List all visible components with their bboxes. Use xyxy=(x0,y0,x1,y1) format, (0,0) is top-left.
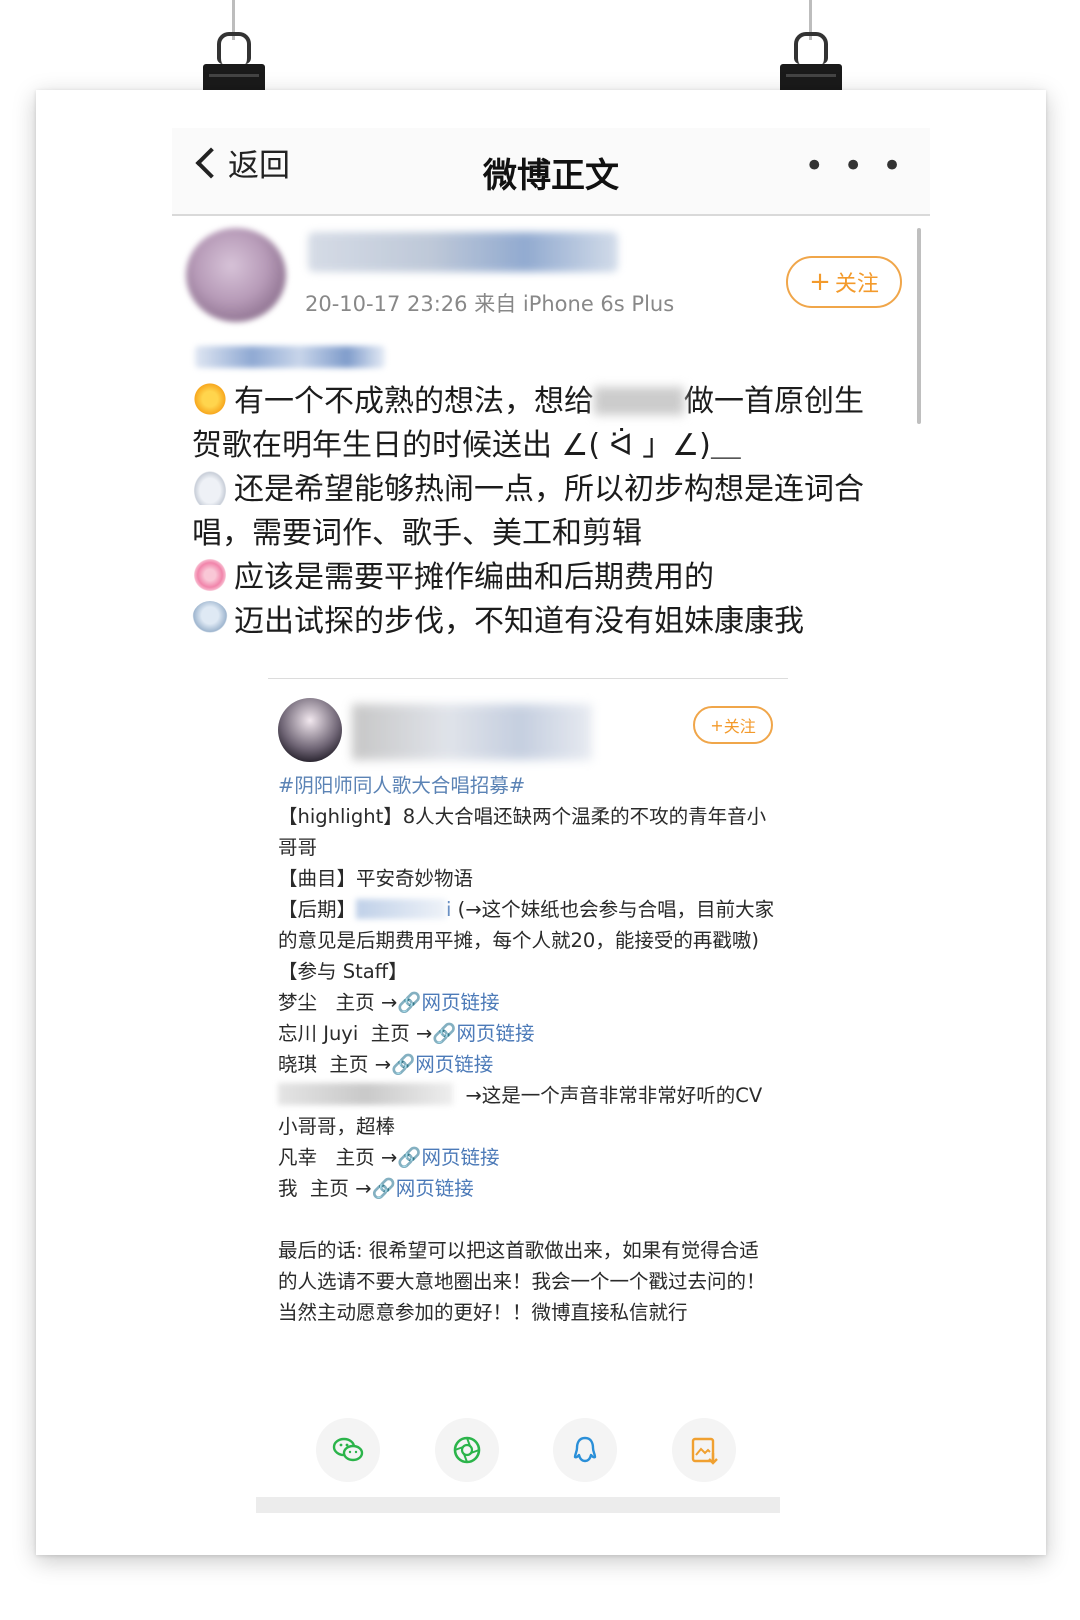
qq-icon xyxy=(574,1436,597,1463)
cloud-emoji-icon xyxy=(192,469,228,505)
highlight-line: 【highlight】8人大合唱还缺两个温柔的不攻的青年音小哥哥 xyxy=(278,805,767,859)
repost-avatar[interactable] xyxy=(278,698,342,762)
web-link[interactable]: 🔗网页链接 xyxy=(432,1022,534,1045)
post-timestamp-source: 20-10-17 23:26 来自 iPhone 6s Plus xyxy=(305,292,675,316)
plus-icon: + xyxy=(710,715,724,735)
plus-icon: + xyxy=(809,267,831,297)
repost-follow-button[interactable]: + 关注 xyxy=(693,706,773,744)
redacted-mention xyxy=(356,899,447,919)
web-link[interactable]: 🔗网页链接 xyxy=(371,1177,473,1200)
staff-heading: 【参与 Staff】 xyxy=(278,960,408,983)
follow-label: 关注 xyxy=(834,272,879,297)
staff-row: →这是一个声音非常非常好听的CV小哥哥，超棒 xyxy=(278,1083,763,1138)
username-blurred[interactable] xyxy=(308,232,618,272)
save-image-button[interactable] xyxy=(671,1418,736,1482)
song-line: 【曲目】平安奇妙物语 xyxy=(278,867,474,890)
staff-row: 我 主页 →🔗网页链接 xyxy=(278,1177,474,1200)
divider xyxy=(268,678,788,679)
redacted-name xyxy=(594,387,684,415)
closing-text: 最后的话: 很希望可以把这首歌做出来，如果有觉得合适的人选请不要大意地圈出来！我… xyxy=(278,1239,766,1324)
repost-username-blurred[interactable] xyxy=(352,704,592,760)
staff-row: 忘川 Juyi 主页 →🔗网页链接 xyxy=(278,1022,535,1045)
redacted-staff xyxy=(278,1083,453,1105)
web-link[interactable]: 🔗网页链接 xyxy=(391,1053,493,1076)
repost-body: #阴阳师同人歌大合唱招募# 【highlight】8人大合唱还缺两个温柔的不攻的… xyxy=(278,770,778,1328)
share-wechat-button[interactable] xyxy=(316,1418,380,1482)
more-options-icon[interactable]: • • • xyxy=(804,146,906,186)
post-body: 有一个不成熟的想法，想给 做一首原创生贺歌在明年生日的时候送出 ∠( ᐛ 」∠)＿… xyxy=(192,380,882,644)
crystal-ball-emoji-icon xyxy=(192,601,228,637)
staff-row: 晓琪 主页 →🔗网页链接 xyxy=(278,1053,494,1076)
hashtag-link[interactable]: #阴阳师同人歌大合唱招募# xyxy=(278,770,778,801)
share-moments-button[interactable] xyxy=(434,1418,499,1482)
postprod-line: 【后期】 i (→这个妹纸也会参与合唱，目前大家的意见是后期费用平摊，每个人就20… xyxy=(278,898,775,952)
post-line: 应该是需要平摊作编曲和后期费用的 xyxy=(192,556,882,600)
web-link[interactable]: 🔗网页链接 xyxy=(397,991,499,1014)
verified-tag-blurred xyxy=(195,346,385,368)
post-line: 还是希望能够热闹一点，所以初步构想是连词合唱，需要词作、歌手、美工和剪辑 xyxy=(192,468,882,556)
staff-row: 梦尘 主页 →🔗网页链接 xyxy=(278,991,500,1014)
share-qq-button[interactable] xyxy=(553,1418,618,1482)
wechat-icon xyxy=(332,1437,364,1462)
post-line: 有一个不成熟的想法，想给 做一首原创生贺歌在明年生日的时候送出 ∠( ᐛ 」∠)＿ xyxy=(192,380,882,468)
scrollbar[interactable] xyxy=(917,228,921,424)
bottom-fade-bar xyxy=(256,1497,780,1513)
post-line: 迈出试探的步伐，不知道有没有姐妹康康我 xyxy=(192,600,882,644)
avatar[interactable] xyxy=(186,228,286,322)
follow-button[interactable]: + 关注 xyxy=(786,256,902,308)
top-nav-bar: 返回 微博正文 • • • xyxy=(172,128,930,216)
star-emoji-icon xyxy=(192,381,228,417)
moments-icon xyxy=(453,1436,480,1464)
web-link[interactable]: 🔗网页链接 xyxy=(397,1146,499,1169)
flower-emoji-icon xyxy=(192,557,228,593)
staff-row: 凡幸 主页 →🔗网页链接 xyxy=(278,1146,500,1169)
share-bar xyxy=(316,1418,736,1482)
save-image-icon xyxy=(691,1437,718,1465)
